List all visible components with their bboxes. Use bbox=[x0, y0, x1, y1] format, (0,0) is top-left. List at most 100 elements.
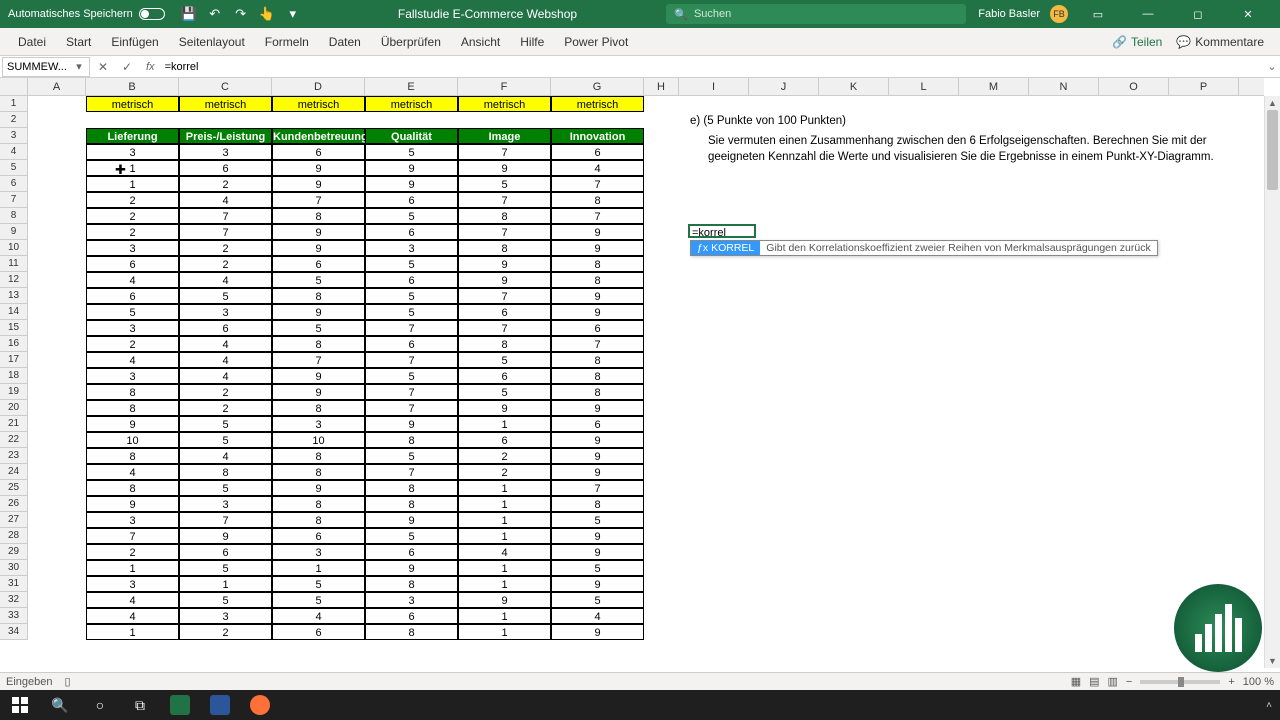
cell-F24[interactable]: 2 bbox=[458, 464, 551, 480]
col-header-M[interactable]: M bbox=[959, 78, 1029, 95]
row-header-25[interactable]: 25 bbox=[0, 480, 28, 496]
name-box[interactable]: SUMMEW... ▾ bbox=[2, 57, 90, 77]
cell-F13[interactable]: 7 bbox=[458, 288, 551, 304]
cell-F29[interactable]: 4 bbox=[458, 544, 551, 560]
cell-E33[interactable]: 6 bbox=[365, 608, 458, 624]
cell-F23[interactable]: 2 bbox=[458, 448, 551, 464]
row-header-30[interactable]: 30 bbox=[0, 560, 28, 576]
cell-C10[interactable]: 2 bbox=[179, 240, 272, 256]
active-cell-edit[interactable]: =korrel bbox=[688, 224, 756, 238]
cell-F15[interactable]: 7 bbox=[458, 320, 551, 336]
cell-B22[interactable]: 10 bbox=[86, 432, 179, 448]
cell-D9[interactable]: 9 bbox=[272, 224, 365, 240]
cell-F12[interactable]: 9 bbox=[458, 272, 551, 288]
cell-F14[interactable]: 6 bbox=[458, 304, 551, 320]
select-all-corner[interactable] bbox=[0, 78, 28, 96]
cell-G31[interactable]: 9 bbox=[551, 576, 644, 592]
taskbar-taskview-icon[interactable]: ⧉ bbox=[120, 690, 160, 720]
cell-E8[interactable]: 5 bbox=[365, 208, 458, 224]
ribbon-tab-start[interactable]: Start bbox=[56, 35, 101, 49]
row-header-18[interactable]: 18 bbox=[0, 368, 28, 384]
cell-D3[interactable]: Kundenbetreuung bbox=[272, 128, 365, 144]
cell-G23[interactable]: 9 bbox=[551, 448, 644, 464]
ribbon-tab-ansicht[interactable]: Ansicht bbox=[451, 35, 510, 49]
close-icon[interactable]: ✕ bbox=[1228, 0, 1268, 28]
cell-E30[interactable]: 9 bbox=[365, 560, 458, 576]
cell-F6[interactable]: 5 bbox=[458, 176, 551, 192]
cell-E13[interactable]: 5 bbox=[365, 288, 458, 304]
cell-D24[interactable]: 8 bbox=[272, 464, 365, 480]
cell-G15[interactable]: 6 bbox=[551, 320, 644, 336]
cell-F5[interactable]: 9 bbox=[458, 160, 551, 176]
col-header-E[interactable]: E bbox=[365, 78, 458, 95]
cell-F28[interactable]: 1 bbox=[458, 528, 551, 544]
row-header-13[interactable]: 13 bbox=[0, 288, 28, 304]
col-header-J[interactable]: J bbox=[749, 78, 819, 95]
cell-B16[interactable]: 2 bbox=[86, 336, 179, 352]
cell-E7[interactable]: 6 bbox=[365, 192, 458, 208]
share-button[interactable]: 🔗 Teilen bbox=[1112, 35, 1162, 49]
comments-button[interactable]: 💬 Kommentare bbox=[1176, 35, 1264, 49]
cell-E31[interactable]: 8 bbox=[365, 576, 458, 592]
row-header-21[interactable]: 21 bbox=[0, 416, 28, 432]
user-name[interactable]: Fabio Basler bbox=[978, 8, 1040, 20]
page-layout-icon[interactable]: ▤ bbox=[1089, 675, 1099, 688]
cell-B17[interactable]: 4 bbox=[86, 352, 179, 368]
cell-F21[interactable]: 1 bbox=[458, 416, 551, 432]
col-header-D[interactable]: D bbox=[272, 78, 365, 95]
undo-icon[interactable]: ↶ bbox=[207, 6, 223, 22]
cell-F18[interactable]: 6 bbox=[458, 368, 551, 384]
cells[interactable]: metrischmetrischmetrischmetrischmetrisch… bbox=[28, 96, 1264, 668]
cell-F34[interactable]: 1 bbox=[458, 624, 551, 640]
cell-F27[interactable]: 1 bbox=[458, 512, 551, 528]
cell-B34[interactable]: 1 bbox=[86, 624, 179, 640]
row-header-1[interactable]: 1 bbox=[0, 96, 28, 112]
row-header-34[interactable]: 34 bbox=[0, 624, 28, 640]
row-header-17[interactable]: 17 bbox=[0, 352, 28, 368]
enter-formula-icon[interactable]: ✓ bbox=[118, 60, 136, 74]
row-header-11[interactable]: 11 bbox=[0, 256, 28, 272]
cell-G12[interactable]: 8 bbox=[551, 272, 644, 288]
cell-G25[interactable]: 7 bbox=[551, 480, 644, 496]
cell-G9[interactable]: 9 bbox=[551, 224, 644, 240]
row-header-5[interactable]: 5 bbox=[0, 160, 28, 176]
cell-C18[interactable]: 4 bbox=[179, 368, 272, 384]
cell-B12[interactable]: 4 bbox=[86, 272, 179, 288]
cell-C34[interactable]: 2 bbox=[179, 624, 272, 640]
row-header-20[interactable]: 20 bbox=[0, 400, 28, 416]
cell-G27[interactable]: 5 bbox=[551, 512, 644, 528]
ribbon-tab-power pivot[interactable]: Power Pivot bbox=[554, 35, 638, 49]
cell-D8[interactable]: 8 bbox=[272, 208, 365, 224]
cell-E14[interactable]: 5 bbox=[365, 304, 458, 320]
cell-E28[interactable]: 5 bbox=[365, 528, 458, 544]
cell-G32[interactable]: 5 bbox=[551, 592, 644, 608]
taskbar-cortana-icon[interactable]: ○ bbox=[80, 690, 120, 720]
cell-G20[interactable]: 9 bbox=[551, 400, 644, 416]
cell-B6[interactable]: 1 bbox=[86, 176, 179, 192]
cell-B25[interactable]: 8 bbox=[86, 480, 179, 496]
cell-E19[interactable]: 7 bbox=[365, 384, 458, 400]
ribbon-tab-formeln[interactable]: Formeln bbox=[255, 35, 319, 49]
cell-D10[interactable]: 9 bbox=[272, 240, 365, 256]
cell-E18[interactable]: 5 bbox=[365, 368, 458, 384]
row-header-12[interactable]: 12 bbox=[0, 272, 28, 288]
cell-G26[interactable]: 8 bbox=[551, 496, 644, 512]
fx-label[interactable]: fx bbox=[140, 61, 161, 73]
cell-C9[interactable]: 7 bbox=[179, 224, 272, 240]
col-header-P[interactable]: P bbox=[1169, 78, 1239, 95]
taskbar-tray-up-icon[interactable]: ˄ bbox=[1266, 700, 1272, 711]
name-box-dropdown-icon[interactable]: ▾ bbox=[73, 60, 85, 73]
cell-C4[interactable]: 3 bbox=[179, 144, 272, 160]
scroll-down-icon[interactable]: ▼ bbox=[1265, 654, 1280, 668]
cell-E15[interactable]: 7 bbox=[365, 320, 458, 336]
cell-D34[interactable]: 6 bbox=[272, 624, 365, 640]
cell-D22[interactable]: 10 bbox=[272, 432, 365, 448]
cell-B20[interactable]: 8 bbox=[86, 400, 179, 416]
cell-F26[interactable]: 1 bbox=[458, 496, 551, 512]
cell-F33[interactable]: 1 bbox=[458, 608, 551, 624]
cell-G34[interactable]: 9 bbox=[551, 624, 644, 640]
cell-B31[interactable]: 3 bbox=[86, 576, 179, 592]
cell-C19[interactable]: 2 bbox=[179, 384, 272, 400]
cell-E5[interactable]: 9 bbox=[365, 160, 458, 176]
cell-G5[interactable]: 4 bbox=[551, 160, 644, 176]
